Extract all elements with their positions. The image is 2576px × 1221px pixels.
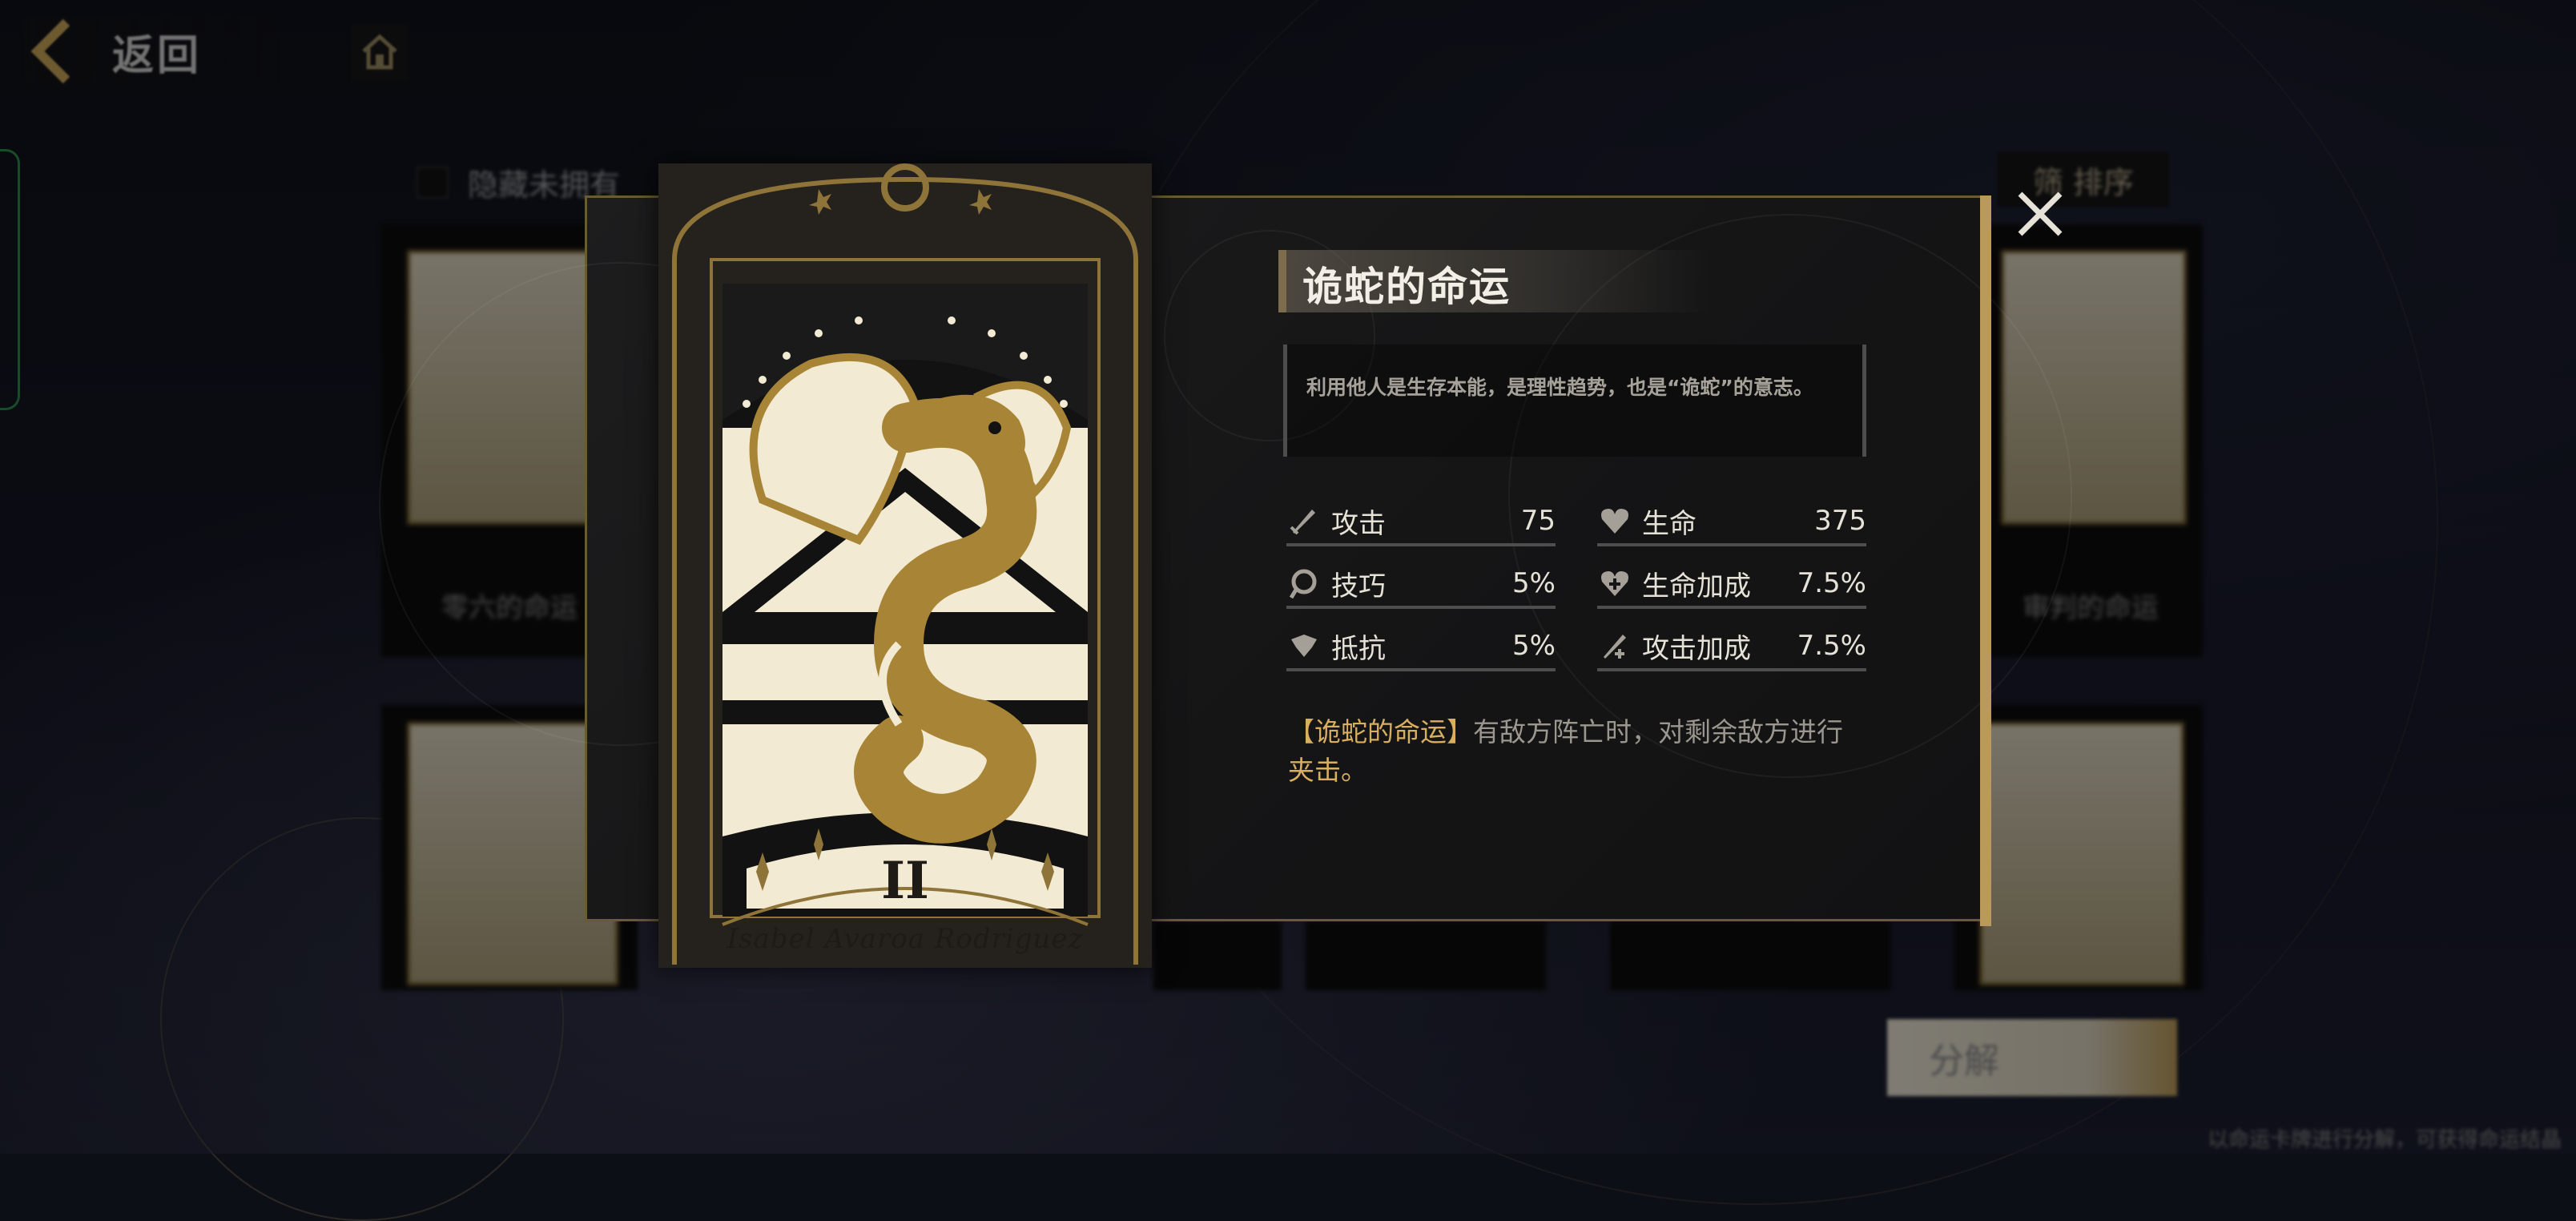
stat-row: 抵抗 5% bbox=[1286, 623, 1556, 671]
card-character-name: Isabel Avaroa Rodriguez bbox=[727, 923, 1084, 955]
stat-label: 生命 bbox=[1642, 507, 1697, 540]
stat-label: 抵抗 bbox=[1331, 632, 1386, 665]
sword-plus-icon bbox=[1597, 628, 1632, 663]
stat-value: 5% bbox=[1512, 567, 1556, 599]
card-effect: 【诡蛇的命运】有敌方阵亡时，对剩余敌方进行夹击。 bbox=[1288, 713, 1881, 790]
stat-value: 7.5% bbox=[1797, 630, 1866, 662]
shield-icon bbox=[1286, 628, 1322, 663]
card-description: 利用他人是生存本能，是理性趋势，也是“诡蛇”的意志。 bbox=[1283, 345, 1866, 457]
card-title: 诡蛇的命运 bbox=[1302, 264, 1511, 310]
close-icon bbox=[2012, 191, 2068, 245]
heart-icon bbox=[1597, 503, 1632, 538]
stat-label: 生命加成 bbox=[1642, 570, 1751, 602]
effect-name: 【诡蛇的命运】 bbox=[1288, 716, 1473, 748]
tarot-card-art bbox=[658, 163, 1152, 968]
stat-value: 7.5% bbox=[1797, 567, 1866, 599]
close-button[interactable] bbox=[2012, 186, 2068, 242]
stat-label: 技巧 bbox=[1331, 570, 1386, 602]
stat-row: 生命 375 bbox=[1597, 498, 1866, 546]
stat-label: 攻击 bbox=[1331, 507, 1386, 540]
tarot-card: II Isabel Avaroa Rodriguez bbox=[658, 163, 1152, 968]
stat-row: 攻击加成 7.5% bbox=[1597, 623, 1866, 671]
stat-row: 生命加成 7.5% bbox=[1597, 561, 1866, 609]
card-numeral: II bbox=[881, 851, 929, 911]
effect-keyword: 夹击。 bbox=[1288, 755, 1367, 786]
stat-label: 攻击加成 bbox=[1642, 632, 1751, 665]
stat-row: 攻击 75 bbox=[1286, 498, 1556, 546]
sword-icon bbox=[1286, 503, 1322, 538]
heart-plus-icon bbox=[1597, 566, 1632, 601]
stat-value: 75 bbox=[1520, 505, 1556, 537]
stat-row: 技巧 5% bbox=[1286, 561, 1556, 609]
stat-value: 5% bbox=[1512, 630, 1556, 662]
stat-value: 375 bbox=[1814, 505, 1866, 537]
skill-icon bbox=[1286, 566, 1322, 601]
effect-text: 有敌方阵亡时，对剩余敌方进行 bbox=[1473, 716, 1843, 748]
modal-accent-bar bbox=[1980, 195, 1991, 926]
